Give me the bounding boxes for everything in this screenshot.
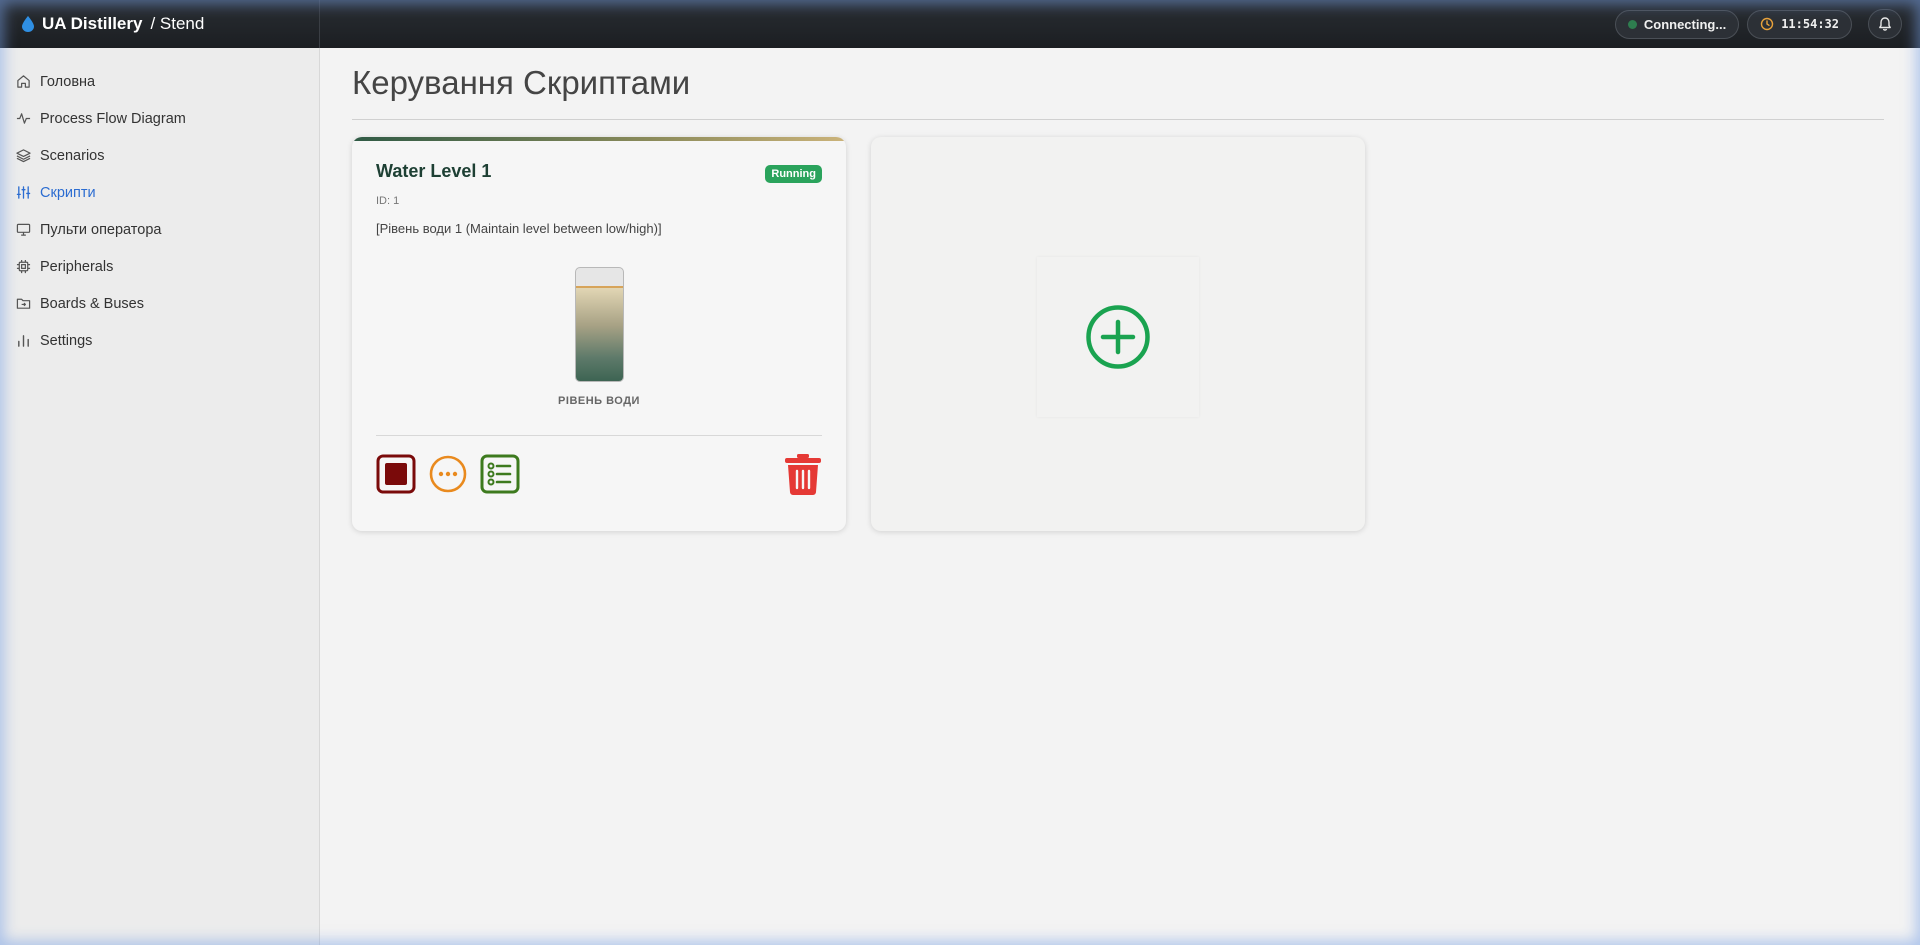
- delete-trash-icon[interactable]: [784, 453, 822, 495]
- clock-text: 11:54:32: [1781, 17, 1839, 31]
- card-divider: [376, 435, 822, 436]
- sidebar-item-scripts[interactable]: Скрипти: [0, 174, 319, 211]
- sidebar-item-process-flow[interactable]: Process Flow Diagram: [0, 100, 319, 137]
- brand[interactable]: UA Distillery / Stend: [0, 0, 320, 48]
- script-card: Water Level 1 Running ID: 1 [Рівень води…: [352, 137, 846, 531]
- sidebar-item-label: Process Flow Diagram: [40, 110, 186, 127]
- notifications-button[interactable]: [1868, 9, 1902, 39]
- sidebar-item-label: Головна: [40, 73, 96, 90]
- sidebar-item-label: Boards & Buses: [40, 295, 144, 312]
- sidebar-item-boards-buses[interactable]: Boards & Buses: [0, 285, 319, 322]
- script-title: Water Level 1: [376, 161, 492, 181]
- sidebar-item-home[interactable]: Головна: [0, 63, 319, 100]
- main-content: Керування Скриптами Water Level 1 Runnin…: [352, 48, 1884, 531]
- water-level-gauge: [574, 267, 624, 382]
- brand-subtitle: / Stend: [150, 14, 205, 33]
- sidebar-item-scenarios[interactable]: Scenarios: [0, 137, 319, 174]
- sidebar-item-label: Settings: [40, 332, 93, 349]
- card-accent-strip: [352, 137, 846, 141]
- sidebar-item-peripherals[interactable]: Peripherals: [0, 248, 319, 285]
- status-badge: Running: [765, 165, 822, 183]
- script-id: ID: 1: [376, 195, 400, 207]
- sidebar-item-label: Скрипти: [40, 184, 96, 201]
- bell-icon: [1879, 17, 1891, 31]
- drop-icon: [22, 16, 34, 32]
- top-bar: UA Distillery / Stend Connecting... 11:5…: [0, 0, 1920, 48]
- status-dot: [1627, 19, 1637, 29]
- stop-icon[interactable]: [376, 454, 416, 494]
- layers-icon: [16, 149, 31, 163]
- home-icon: [17, 75, 30, 88]
- sidebar-item-label: Scenarios: [40, 147, 105, 164]
- sidebar-item-label: Peripherals: [40, 258, 114, 275]
- logs-list-icon[interactable]: [480, 454, 520, 494]
- sidebar: Головна Process Flow Diagram Scenarios С…: [0, 48, 320, 945]
- clock-icon: [1761, 17, 1774, 31]
- connection-status-text: Connecting...: [1643, 16, 1727, 32]
- sidebar-item-operator-panels[interactable]: Пульти оператора: [0, 211, 319, 248]
- add-script-card: [871, 137, 1365, 531]
- folder-icon: [16, 298, 31, 309]
- plus-circle-icon: [1086, 305, 1150, 369]
- connection-status[interactable]: Connecting...: [1614, 9, 1740, 39]
- script-description: [Рівень води 1 (Maintain level between l…: [376, 221, 662, 236]
- water-level-fill: [575, 286, 623, 381]
- chip-icon: [16, 259, 31, 274]
- sidebar-item-settings[interactable]: Settings: [0, 322, 319, 359]
- gauge-label: РІВЕНЬ ВОДИ: [558, 395, 640, 407]
- brand-name: UA Distillery: [42, 14, 143, 33]
- bar-chart-icon: [18, 335, 29, 347]
- more-options-icon[interactable]: [428, 454, 468, 494]
- sliders-icon: [16, 186, 31, 199]
- clock-display: 11:54:32: [1747, 9, 1852, 39]
- sidebar-item-label: Пульти оператора: [40, 221, 162, 238]
- page-title: Керування Скриптами: [352, 64, 1884, 120]
- activity-icon: [16, 113, 31, 124]
- add-script-button[interactable]: [1037, 257, 1199, 417]
- monitor-icon: [16, 223, 31, 236]
